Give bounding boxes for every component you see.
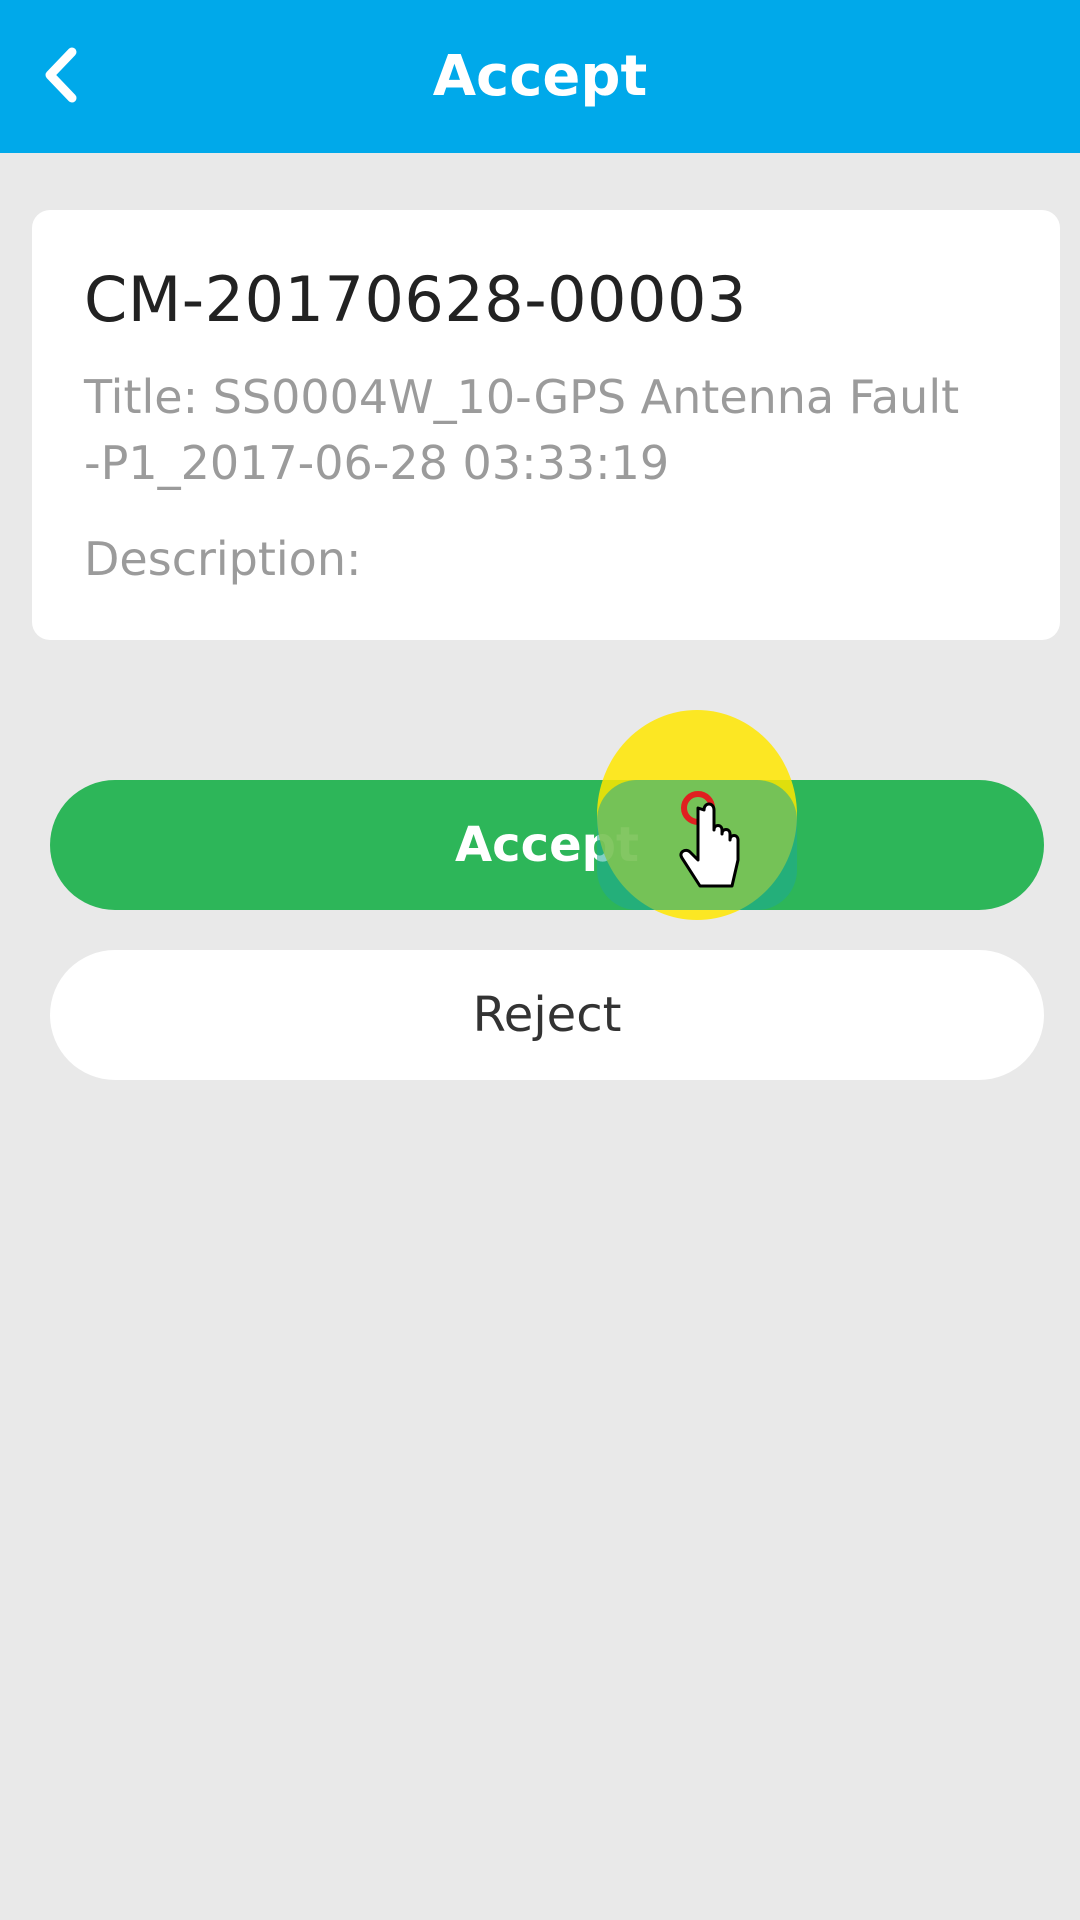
ticket-description-label: Description: [84,532,362,587]
accept-button[interactable]: Accept [50,780,1044,910]
reject-button[interactable]: Reject [50,950,1044,1080]
ticket-title: Title: SS0004W_10-GPS Antenna Fault -P1_… [84,364,1010,496]
ticket-title-line-1: Title: SS0004W_10-GPS Antenna Fault [84,370,960,425]
ticket-title-line-2: -P1_2017-06-28 03:33:19 [84,436,670,491]
app-header: Accept [0,0,1080,153]
ticket-card: CM-20170628-00003 Title: SS0004W_10-GPS … [32,210,1060,640]
ticket-id: CM-20170628-00003 [84,263,747,336]
page-title: Accept [432,44,648,109]
reject-button-label: Reject [472,987,622,1043]
accept-button-label: Accept [455,817,639,873]
